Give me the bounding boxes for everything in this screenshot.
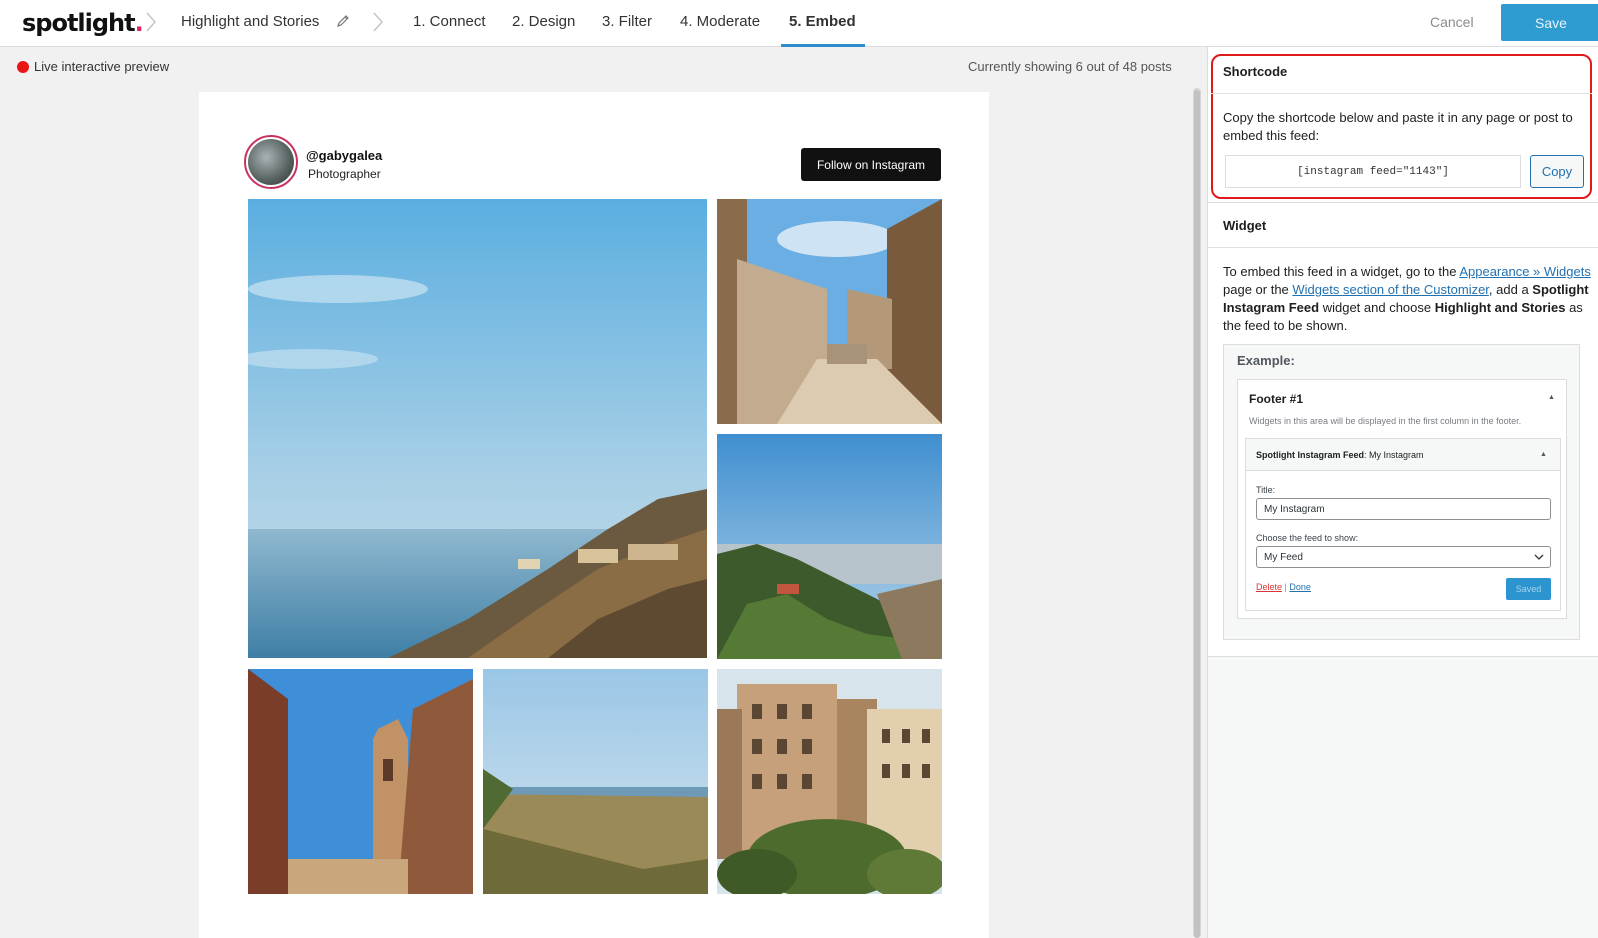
feed-select-value: My Feed [1264,551,1303,563]
widget-instance: : My Instagram [1364,450,1424,460]
bio: Photographer [308,167,381,181]
title-field: My Instagram [1256,498,1551,520]
shortcode-title: Shortcode [1223,64,1288,79]
widget-text: widget and choose [1319,300,1435,315]
collapse-arrow-icon: ▲ [1540,451,1547,458]
widget-actions: Delete | Done [1256,582,1311,592]
widget-example: Example: Footer #1 ▲ Widgets in this are… [1223,344,1580,640]
chevron-down-icon [1534,552,1544,562]
photo-stone-staircase[interactable] [717,199,942,424]
step-embed[interactable]: 5. Embed [789,13,856,30]
photo-cathedral-tower[interactable] [248,669,473,894]
shortcode-field[interactable]: [instagram feed="1143"] [1225,155,1521,188]
photo-coastal-cliffs[interactable] [248,199,707,658]
follow-button[interactable]: Follow on Instagram [801,148,941,181]
step-filter[interactable]: 3. Filter [602,13,652,30]
footer-widget-area: Footer #1 ▲ Widgets in this area will be… [1237,379,1567,619]
top-bar: spotlight. Highlight and Stories 1. Conn… [0,0,1598,47]
widget-text: , add a [1488,282,1533,297]
widget-title: Widget [1223,218,1267,233]
save-button[interactable]: Save [1501,4,1598,41]
example-widget-header: Spotlight Instagram Feed: My Instagram ▲ [1246,439,1560,471]
active-step-indicator [781,44,865,47]
avatar[interactable] [244,135,298,189]
widget-text: page or the [1223,282,1293,297]
appearance-widgets-link[interactable]: Appearance » Widgets [1459,264,1591,279]
chevron-right-icon [144,11,158,33]
feed-select: My Feed [1256,546,1551,568]
photo-city-buildings[interactable] [717,669,942,894]
saved-button: Saved [1506,578,1551,600]
feed-name-bold: Highlight and Stories [1434,300,1566,315]
divider [1208,247,1598,248]
chevron-right-icon [371,11,385,33]
shortcode-panel: Shortcode Copy the shortcode below and p… [1208,47,1598,203]
divider [1211,93,1592,94]
done-link: Done [1289,582,1311,592]
photo-city-view[interactable] [717,434,942,659]
step-moderate[interactable]: 4. Moderate [680,13,760,30]
live-preview-label: Live interactive preview [34,59,170,74]
feed-preview: @gabygalea Photographer Follow on Instag… [199,92,989,938]
spotlight-logo[interactable]: spotlight. [22,9,144,37]
preview-scrollbar-thumb[interactable] [1194,90,1200,938]
copy-button[interactable]: Copy [1530,155,1584,188]
collapse-arrow-icon: ▲ [1548,394,1555,401]
feed-select-label: Choose the feed to show: [1256,533,1359,543]
step-design[interactable]: 2. Design [512,13,575,30]
widget-text: To embed this feed in a widget, go to th… [1223,264,1460,279]
footer-title: Footer #1 [1249,392,1304,406]
cancel-button[interactable]: Cancel [1430,14,1474,30]
shortcode-description: Copy the shortcode below and paste it in… [1223,110,1573,143]
posts-count-label: Currently showing 6 out of 48 posts [968,59,1172,74]
example-label: Example: [1237,353,1295,368]
widget-panel: Widget To embed this feed in a widget, g… [1208,203,1598,657]
widget-description: To embed this feed in a widget, go to th… [1223,263,1591,335]
footer-description: Widgets in this area will be displayed i… [1249,416,1522,426]
step-connect[interactable]: 1. Connect [413,13,486,30]
example-widget-name: Spotlight Instagram Feed: My Instagram [1256,450,1424,460]
example-widget: Spotlight Instagram Feed: My Instagram ▲… [1245,438,1561,611]
delete-link: Delete [1256,582,1283,592]
edit-pencil-icon[interactable] [336,14,350,28]
embed-sidebar: Shortcode Copy the shortcode below and p… [1207,47,1598,938]
title-field-label: Title: [1256,485,1276,495]
photo-grassland[interactable] [483,669,708,894]
feed-name[interactable]: Highlight and Stories [181,13,319,30]
customizer-widgets-link[interactable]: Widgets section of the Customizer [1292,282,1489,297]
widget-type: Spotlight Instagram Feed [1256,450,1365,460]
live-indicator-dot [17,61,29,73]
username[interactable]: @gabygalea [306,148,382,163]
